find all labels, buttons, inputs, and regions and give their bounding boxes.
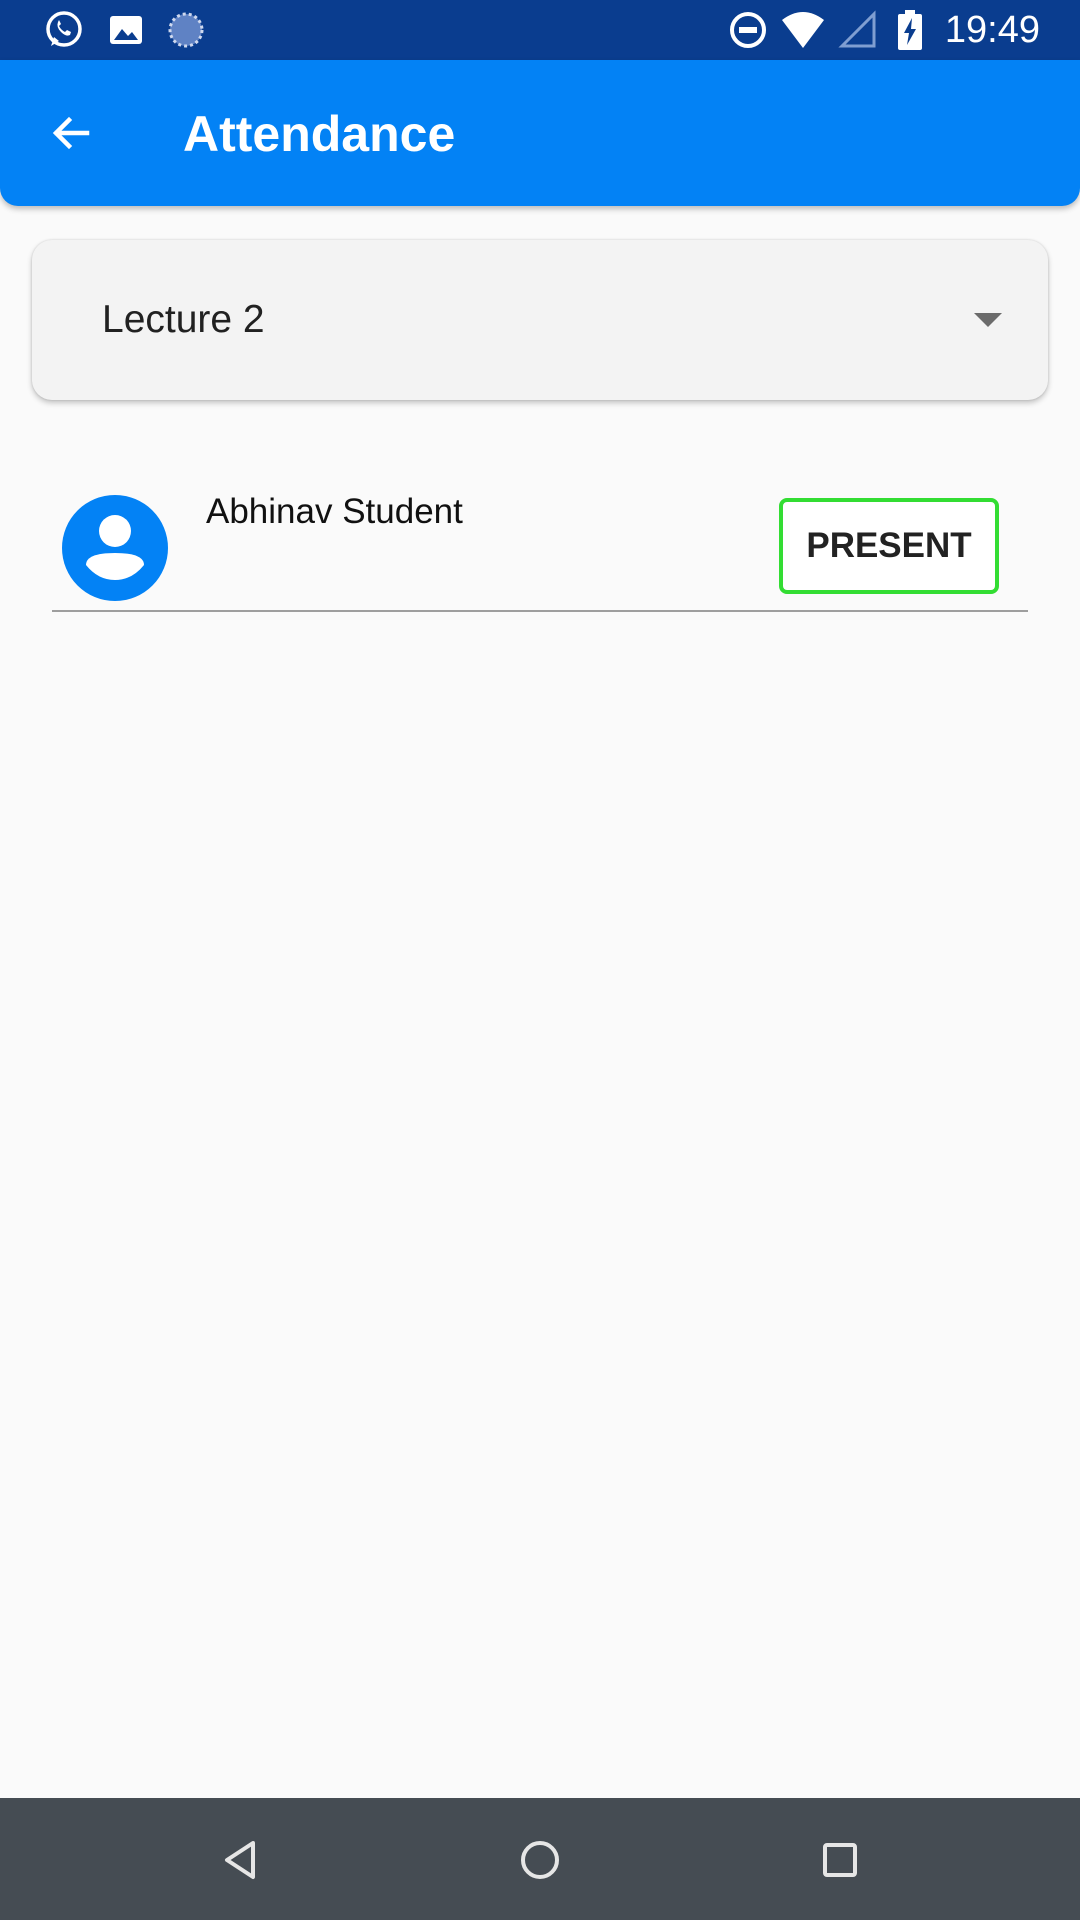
nav-back-button[interactable]	[208, 1828, 272, 1892]
home-icon	[521, 1841, 559, 1879]
loader-icon	[168, 12, 204, 48]
signal-icon	[838, 10, 876, 48]
recents-icon	[823, 1843, 857, 1877]
page-title: Attendance	[183, 106, 456, 162]
nav-home-button[interactable]	[508, 1828, 572, 1892]
back-button[interactable]	[36, 98, 106, 168]
do-not-disturb-icon	[730, 12, 766, 48]
list-item: Abhinav Student PRESENT	[52, 470, 1028, 612]
whatsapp-icon	[46, 11, 82, 47]
lecture-dropdown[interactable]: Lecture 2	[32, 240, 1048, 400]
nav-recents-button[interactable]	[808, 1828, 872, 1892]
avatar	[62, 495, 168, 601]
battery-charging-icon	[898, 10, 922, 50]
present-button[interactable]: PRESENT	[779, 498, 999, 594]
gallery-icon	[110, 16, 142, 44]
arrow-back-icon	[52, 116, 90, 150]
student-name: Abhinav Student	[206, 492, 463, 531]
back-icon	[225, 1841, 255, 1879]
status-time: 19:49	[944, 9, 1040, 51]
lecture-selected-value: Lecture 2	[102, 298, 265, 341]
app-bar: Attendance	[0, 60, 1080, 206]
chevron-down-icon	[974, 313, 1002, 327]
status-bar: 19:49	[0, 0, 1080, 60]
navigation-bar	[0, 1798, 1080, 1920]
wifi-icon	[782, 12, 824, 48]
